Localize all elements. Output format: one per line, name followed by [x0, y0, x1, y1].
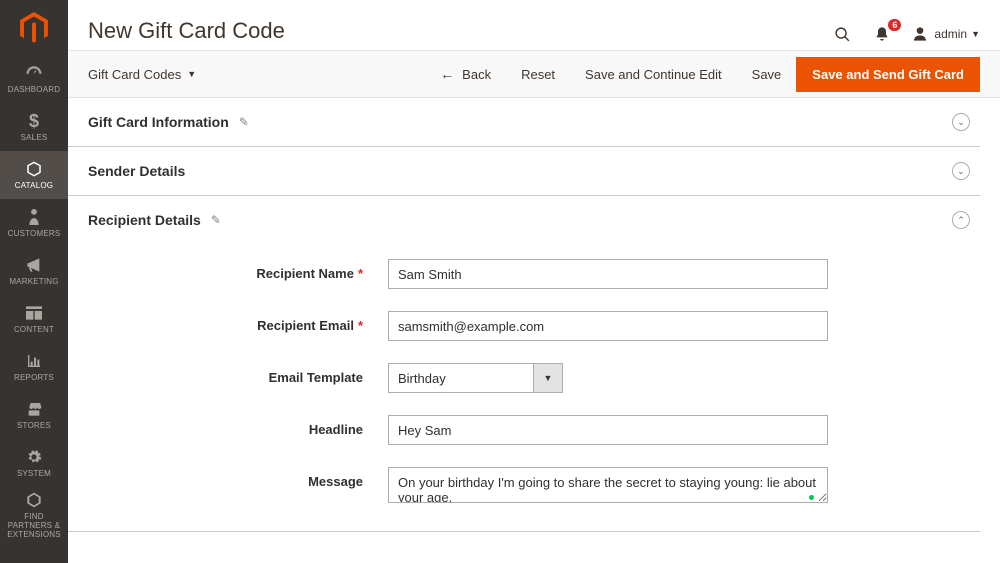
sidebar-item-sales[interactable]: $ SALES: [0, 103, 68, 151]
email-template-select[interactable]: Birthday ▼: [388, 363, 563, 393]
catalog-icon: [25, 159, 43, 179]
magento-logo-icon[interactable]: [0, 0, 68, 55]
sidebar-item-marketing[interactable]: MARKETING: [0, 247, 68, 295]
sidebar-item-content[interactable]: CONTENT: [0, 295, 68, 343]
grammarly-dot-icon: [809, 495, 814, 500]
notification-badge: 6: [888, 19, 901, 31]
customers-icon: [27, 207, 41, 227]
sidebar-item-reports[interactable]: REPORTS: [0, 343, 68, 391]
sidebar-item-label: CUSTOMERS: [6, 230, 63, 239]
email-template-value: Birthday: [388, 363, 533, 393]
section-gift-card-info: Gift Card Information ✎ ⌄: [68, 98, 980, 147]
email-template-label: Email Template: [88, 363, 388, 385]
save-continue-button[interactable]: Save and Continue Edit: [570, 58, 737, 91]
system-icon: [26, 447, 42, 467]
sidebar-item-dashboard[interactable]: DASHBOARD: [0, 55, 68, 103]
sidebar-item-label: SYSTEM: [15, 470, 53, 479]
save-send-button[interactable]: Save and Send Gift Card: [796, 57, 980, 92]
main-content: New Gift Card Code 6 admin ▼ Gift Card C…: [68, 0, 1000, 563]
field-headline: Headline: [88, 415, 960, 445]
sidebar-item-label: FIND PARTNERS & EXTENSIONS: [0, 513, 68, 539]
edit-icon: ✎: [211, 213, 221, 227]
recipient-email-label: Recipient Email*: [88, 311, 388, 333]
dashboard-icon: [25, 63, 43, 83]
recipient-email-input[interactable]: [388, 311, 828, 341]
sidebar-item-label: SALES: [19, 134, 50, 143]
section-body-recipient: Recipient Name* Recipient Email* Email T…: [68, 244, 980, 531]
save-button[interactable]: Save: [737, 58, 797, 91]
action-bar: Gift Card Codes ▼ Back Reset Save and Co…: [68, 50, 1000, 98]
sidebar-item-catalog[interactable]: CATALOG: [0, 151, 68, 199]
field-message: Message: [88, 467, 960, 506]
section-title: Sender Details: [88, 163, 185, 179]
dollar-icon: $: [29, 111, 39, 131]
sidebar-item-customers[interactable]: CUSTOMERS: [0, 199, 68, 247]
content-icon: [26, 303, 42, 323]
chevron-down-icon: ⌄: [952, 162, 970, 180]
section-toggle-sender-details[interactable]: Sender Details ⌄: [68, 147, 980, 195]
sidebar-item-stores[interactable]: STORES: [0, 391, 68, 439]
stores-icon: [26, 399, 42, 419]
section-recipient-details: Recipient Details ✎ ⌃ Recipient Name* Re…: [68, 196, 980, 532]
field-email-template: Email Template Birthday ▼: [88, 363, 960, 393]
sidebar-item-system[interactable]: SYSTEM: [0, 439, 68, 487]
admin-sidebar: DASHBOARD $ SALES CATALOG CUSTOMERS MARK…: [0, 0, 68, 563]
field-recipient-name: Recipient Name*: [88, 259, 960, 289]
chevron-down-icon: ⌄: [952, 113, 970, 131]
caret-down-icon: ▼: [187, 69, 196, 79]
recipient-name-label: Recipient Name*: [88, 259, 388, 281]
back-button[interactable]: Back: [425, 57, 506, 91]
edit-icon: ✎: [239, 115, 249, 129]
reset-button[interactable]: Reset: [506, 58, 570, 91]
store-scope-switcher[interactable]: Gift Card Codes ▼: [88, 67, 196, 82]
partners-icon: [26, 490, 42, 510]
form-content: Gift Card Information ✎ ⌄ Sender Details…: [68, 98, 1000, 532]
page-header: New Gift Card Code 6 admin ▼: [68, 0, 1000, 50]
select-caret-icon: ▼: [533, 363, 563, 393]
sidebar-item-label: DASHBOARD: [6, 86, 62, 95]
headline-label: Headline: [88, 415, 388, 437]
sidebar-item-label: MARKETING: [7, 278, 60, 287]
search-icon[interactable]: [832, 24, 852, 44]
section-toggle-gift-card-info[interactable]: Gift Card Information ✎ ⌄: [68, 98, 980, 146]
section-title: Recipient Details: [88, 212, 201, 228]
user-icon: [912, 26, 928, 42]
admin-account-menu[interactable]: admin ▼: [912, 26, 980, 42]
sidebar-item-label: CATALOG: [13, 182, 55, 191]
store-scope-label: Gift Card Codes: [88, 67, 181, 82]
page-title: New Gift Card Code: [88, 18, 832, 44]
admin-username: admin: [934, 27, 967, 41]
message-label: Message: [88, 467, 388, 489]
recipient-name-input[interactable]: [388, 259, 828, 289]
sidebar-item-label: STORES: [15, 422, 53, 431]
reports-icon: [26, 351, 42, 371]
headline-input[interactable]: [388, 415, 828, 445]
message-textarea[interactable]: [388, 467, 828, 503]
section-toggle-recipient-details[interactable]: Recipient Details ✎ ⌃: [68, 196, 980, 244]
sidebar-item-label: REPORTS: [12, 374, 56, 383]
caret-down-icon: ▼: [971, 29, 980, 39]
section-title: Gift Card Information: [88, 114, 229, 130]
section-sender-details: Sender Details ⌄: [68, 147, 980, 196]
sidebar-item-label: CONTENT: [12, 326, 56, 335]
sidebar-item-partners[interactable]: FIND PARTNERS & EXTENSIONS: [0, 487, 68, 543]
field-recipient-email: Recipient Email*: [88, 311, 960, 341]
marketing-icon: [26, 255, 42, 275]
magento-logo-svg: [20, 12, 48, 44]
chevron-up-icon: ⌃: [952, 211, 970, 229]
notifications-icon[interactable]: 6: [872, 24, 892, 44]
